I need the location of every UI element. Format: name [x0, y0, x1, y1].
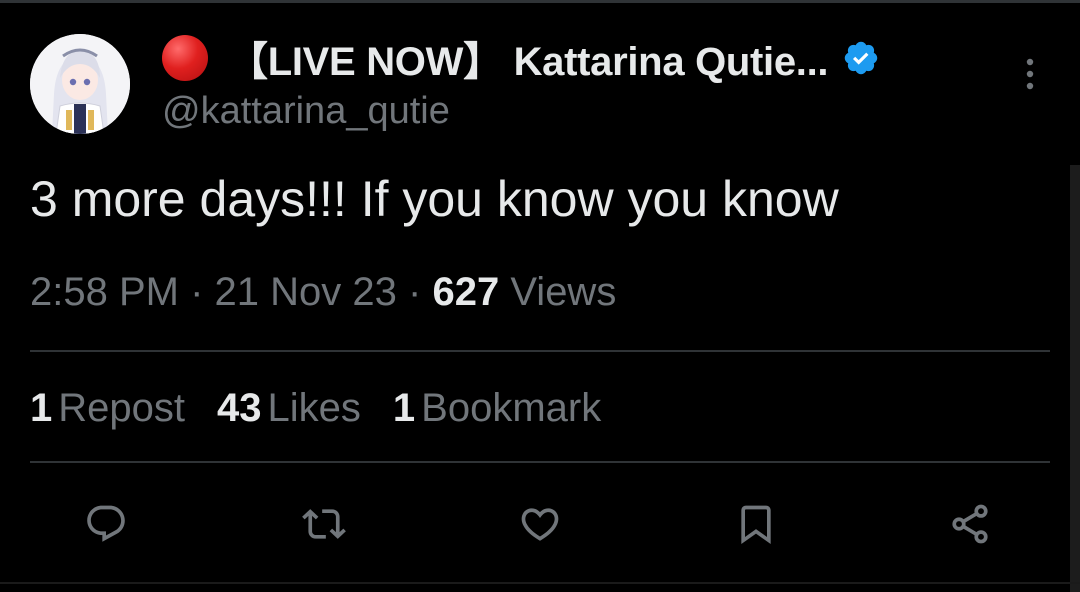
meta-separator: ·: [408, 270, 422, 314]
tweet-time[interactable]: 2:58 PM: [30, 270, 179, 314]
views-count[interactable]: 627: [432, 270, 499, 314]
views-label[interactable]: Views: [510, 270, 616, 314]
bottom-divider: [0, 582, 1080, 584]
bookmarks-label: Bookmark: [421, 386, 602, 430]
bookmarks-count: 1: [392, 386, 416, 430]
share-icon: [952, 504, 988, 544]
meta-separator: ·: [190, 270, 204, 314]
author-name-row[interactable]: 【LIVE NOW】 Kattarina Qutie...: [162, 30, 880, 86]
tweet-metadata: 2:58 PM · 21 Nov 23 · 627 Views: [30, 270, 616, 315]
verified-badge-icon[interactable]: [842, 39, 880, 77]
reposts-stat[interactable]: 1 Repost: [30, 386, 185, 431]
tweet-text: 3 more days!!! If you know you know: [30, 171, 839, 227]
share-button[interactable]: [946, 500, 994, 548]
author-handle[interactable]: @kattarina_qutie: [162, 90, 450, 133]
like-icon: [521, 508, 559, 541]
like-button[interactable]: [516, 500, 564, 548]
bookmark-button[interactable]: [732, 500, 780, 548]
red-circle-icon: [162, 35, 208, 81]
reply-button[interactable]: [82, 500, 130, 548]
avatar-image: [30, 34, 130, 134]
likes-stat[interactable]: 43 Likes: [217, 386, 361, 431]
repost-icon: [302, 509, 346, 539]
bookmark-icon: [741, 505, 771, 545]
tweet-date[interactable]: 21 Nov 23: [215, 270, 397, 314]
display-name[interactable]: 【LIVE NOW】 Kattarina Qutie...: [228, 29, 829, 87]
engagement-stats: 1 Repost 43 Likes 1 Bookmark: [30, 386, 601, 431]
likes-count: 43: [217, 386, 262, 430]
top-divider: [0, 0, 1080, 3]
reposts-count: 1: [30, 386, 53, 430]
reposts-label: Repost: [58, 386, 185, 430]
bookmarks-stat[interactable]: 1 Bookmark: [393, 386, 601, 431]
likes-label: Likes: [267, 386, 361, 430]
divider: [30, 461, 1050, 463]
avatar[interactable]: [30, 34, 130, 134]
scrollbar-track[interactable]: [1070, 165, 1080, 592]
more-options-icon[interactable]: [1018, 56, 1042, 92]
reply-icon: [87, 505, 125, 542]
divider: [30, 350, 1050, 352]
repost-button[interactable]: [300, 500, 348, 548]
